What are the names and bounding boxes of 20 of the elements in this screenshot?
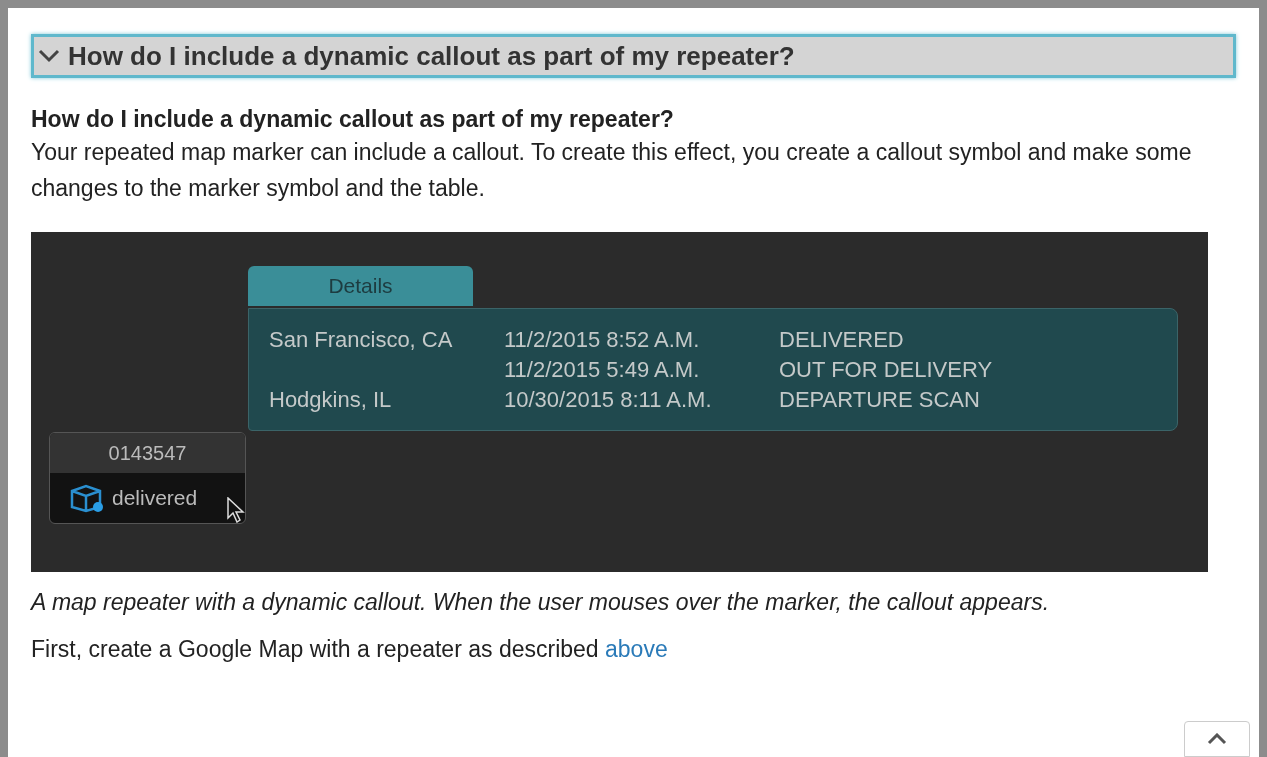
scroll-top-button[interactable] bbox=[1184, 721, 1250, 757]
location-text: San Francisco, CA bbox=[269, 327, 453, 352]
body-text: First, create a Google Map with a repeater as described above bbox=[31, 635, 669, 664]
caret-up-icon bbox=[1207, 733, 1227, 745]
box-icon bbox=[68, 483, 104, 513]
marker-status: delivered bbox=[112, 485, 198, 512]
figure-caption: A map repeater with a dynamic callout. When the user mouses over the marker, the callout appears. bbox=[31, 588, 1051, 617]
status-text: DEPARTURE SCAN bbox=[779, 386, 981, 414]
marker-id: 0143547 bbox=[50, 433, 245, 473]
accordion-header[interactable]: How do I include a dynamic callout as part of my repeater? bbox=[31, 34, 1236, 78]
location-text: Hodgkins, IL bbox=[269, 387, 392, 412]
timestamp-text: 11/2/2015 8:52 A.M. bbox=[504, 326, 701, 354]
section-heading: How do I include a dynamic callout as part of my repeater? bbox=[31, 105, 675, 134]
timestamp-text: 11/2/2015 5:49 A.M. bbox=[504, 356, 701, 384]
above-link[interactable]: above bbox=[605, 636, 668, 662]
chevron-icon bbox=[38, 49, 60, 63]
timestamp-text: 10/30/2015 8:11 A.M. bbox=[504, 386, 713, 414]
status-text: DELIVERED bbox=[779, 326, 905, 354]
body-text: Your repeated map marker can include a callout. To create this effect, you create a callout symbol and make some changes to the marker symbol and the table. bbox=[31, 138, 1193, 203]
status-text: OUT FOR DELIVERY bbox=[779, 356, 994, 384]
